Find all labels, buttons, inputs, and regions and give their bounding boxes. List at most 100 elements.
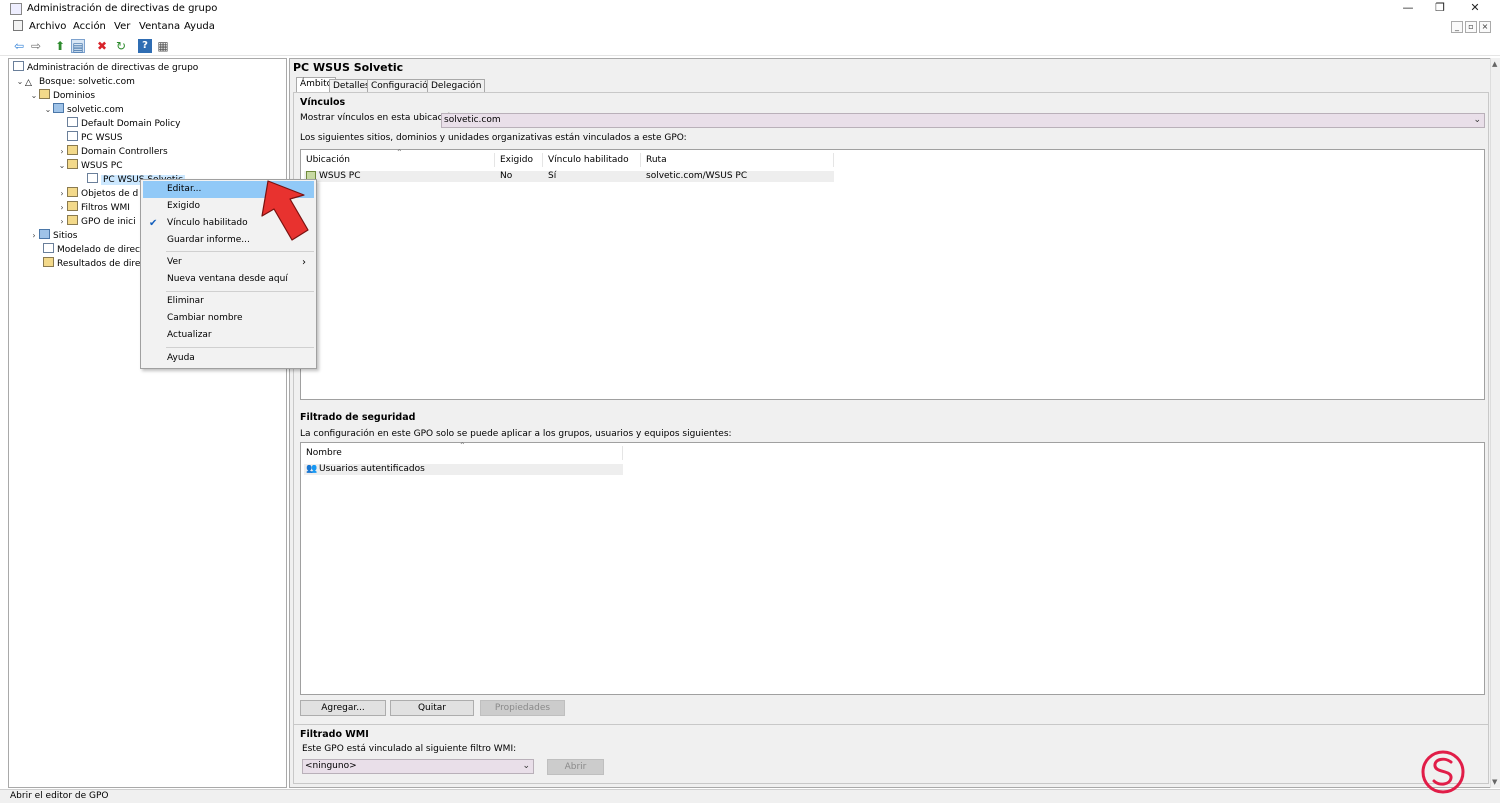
minimize-button[interactable]: — bbox=[1400, 1, 1416, 15]
maximize-button[interactable]: ❐ bbox=[1432, 1, 1448, 15]
mdi-minimize-button[interactable]: _ bbox=[1451, 21, 1463, 33]
up-icon[interactable]: ⬆ bbox=[53, 39, 67, 53]
add-button[interactable]: Agregar... bbox=[300, 700, 386, 716]
sites-icon bbox=[39, 229, 50, 239]
modeling-icon bbox=[43, 243, 54, 253]
chevron-right-icon[interactable]: › bbox=[29, 229, 39, 242]
menu-bar: Archivo Acción Ver Ventana Ayuda _ ▫ × bbox=[0, 18, 1500, 35]
table-row[interactable]: WSUS PC No Sí solvetic.com/WSUS PC bbox=[304, 171, 834, 182]
remove-button[interactable]: Quitar bbox=[390, 700, 474, 716]
chevron-down-icon[interactable]: ⌄ bbox=[57, 159, 67, 172]
tree-node-root[interactable]: Administración de directivas de grupo bbox=[13, 61, 198, 74]
chevron-down-icon[interactable]: ⌄ bbox=[29, 89, 39, 102]
menu-item-new-window[interactable]: Nueva ventana desde aquí bbox=[143, 271, 314, 288]
chevron-right-icon[interactable]: › bbox=[57, 187, 67, 200]
gpo-link-icon bbox=[67, 117, 78, 127]
tree-node-starter-gpo[interactable]: › GPO de inici bbox=[57, 215, 136, 228]
chevron-down-icon[interactable]: ⌄ bbox=[15, 75, 25, 88]
location-value: solvetic.com bbox=[444, 115, 501, 125]
column-header-ruta[interactable]: Ruta bbox=[641, 153, 834, 167]
chevron-right-icon[interactable]: › bbox=[57, 215, 67, 228]
gpo-link-icon bbox=[67, 131, 78, 141]
menu-item-help[interactable]: Ayuda bbox=[143, 350, 314, 367]
tree-node-sites[interactable]: › Sitios bbox=[29, 229, 77, 242]
chevron-down-icon[interactable]: ⌄ bbox=[1473, 114, 1481, 127]
list-item[interactable]: 👥 Usuarios autentificados bbox=[304, 464, 623, 475]
mdi-restore-button[interactable]: ▫ bbox=[1465, 21, 1477, 33]
title-bar: Administración de directivas de grupo — … bbox=[0, 0, 1500, 18]
tree-node-domain[interactable]: ⌄ solvetic.com bbox=[43, 103, 124, 116]
properties-button[interactable]: Propiedades bbox=[480, 700, 565, 716]
menu-item-delete[interactable]: Eliminar bbox=[143, 293, 314, 310]
gpo-link-icon bbox=[87, 173, 98, 183]
ou-folder-icon bbox=[67, 145, 78, 155]
tree-node-domain-controllers[interactable]: › Domain Controllers bbox=[57, 145, 168, 158]
tree-node-wmi-filters[interactable]: › Filtros WMI bbox=[57, 201, 130, 214]
column-header-exigido[interactable]: Exigido bbox=[495, 153, 543, 167]
help-icon[interactable]: ? bbox=[138, 39, 152, 53]
menu-item-view[interactable]: Ver › bbox=[143, 254, 314, 271]
menu-ver[interactable]: Ver bbox=[114, 21, 130, 32]
column-header-vinculo-habilitado[interactable]: Vínculo habilitado bbox=[543, 153, 641, 167]
mdi-close-button[interactable]: × bbox=[1479, 21, 1491, 33]
status-text: Abrir el editor de GPO bbox=[10, 791, 109, 801]
scroll-down-icon[interactable]: ▼ bbox=[1492, 778, 1497, 786]
chevron-down-icon[interactable]: ⌄ bbox=[43, 103, 53, 116]
wmi-description: Este GPO está vinculado al siguiente fil… bbox=[302, 744, 517, 754]
column-header-ubicacion[interactable]: Ubicación bbox=[301, 153, 495, 167]
menu-item-rename[interactable]: Cambiar nombre bbox=[143, 310, 314, 327]
cell-vinculo-habilitado: Sí bbox=[548, 171, 557, 181]
users-group-icon: 👥 bbox=[306, 464, 318, 474]
chevron-right-icon: › bbox=[302, 257, 306, 268]
security-description: La configuración en este GPO solo se pue… bbox=[300, 429, 732, 439]
vertical-scrollbar[interactable]: ▲ ▼ bbox=[1490, 58, 1500, 788]
section-divider bbox=[293, 724, 1489, 725]
back-icon[interactable]: ⇦ bbox=[12, 39, 26, 53]
column-header-nombre[interactable]: Nombre bbox=[301, 446, 623, 460]
tree-node-forest[interactable]: ⌄ △ Bosque: solvetic.com bbox=[15, 75, 135, 88]
forward-icon[interactable]: ⇨ bbox=[29, 39, 43, 53]
tab-delegacion[interactable]: Delegación bbox=[427, 79, 486, 93]
refresh-icon[interactable]: ↻ bbox=[114, 39, 128, 53]
app-icon bbox=[10, 3, 22, 15]
delete-icon[interactable]: ✖ bbox=[95, 39, 109, 53]
tree-node-wsus-pc[interactable]: ⌄ WSUS PC bbox=[57, 159, 122, 172]
wmi-heading: Filtrado WMI bbox=[300, 729, 369, 740]
menu-accion[interactable]: Acción bbox=[73, 21, 106, 32]
tree-node-domains[interactable]: ⌄ Dominios bbox=[29, 89, 95, 102]
folder-icon bbox=[39, 89, 50, 99]
tree-node-results[interactable]: Resultados de direct bbox=[43, 257, 149, 270]
security-list[interactable]: ⌃ Nombre 👥 Usuarios autentificados bbox=[300, 441, 1485, 695]
links-list[interactable]: ⌃ Ubicación Exigido Vínculo habilitado R… bbox=[300, 148, 1485, 400]
scroll-up-icon[interactable]: ▲ bbox=[1492, 60, 1497, 68]
toolbar: ⇦ ⇨ ⬆ ▤ ✖ ↻ ? ▦ bbox=[0, 36, 1500, 56]
ou-folder-icon bbox=[67, 159, 78, 169]
window-title: Administración de directivas de grupo bbox=[27, 3, 218, 14]
chevron-right-icon[interactable]: › bbox=[57, 145, 67, 158]
tree-node-default-policy[interactable]: Default Domain Policy bbox=[67, 117, 180, 130]
chevron-down-icon[interactable]: ⌄ bbox=[522, 760, 530, 773]
properties-icon[interactable]: ▦ bbox=[156, 39, 170, 53]
folder-icon bbox=[67, 215, 78, 225]
tree-node-pc-wsus[interactable]: PC WSUS bbox=[67, 131, 122, 144]
tree-node-gpo-objects[interactable]: › Objetos de d bbox=[57, 187, 138, 200]
links-heading: Vínculos bbox=[300, 97, 346, 108]
menu-ayuda[interactable]: Ayuda bbox=[184, 21, 215, 32]
chevron-right-icon[interactable]: › bbox=[57, 201, 67, 214]
pointer-arrow-icon bbox=[261, 180, 309, 241]
wmi-filter-value: <ninguno> bbox=[305, 761, 357, 771]
menu-separator bbox=[166, 347, 314, 348]
menu-ventana[interactable]: Ventana bbox=[139, 21, 180, 32]
location-combobox[interactable]: solvetic.com ⌄ bbox=[441, 113, 1485, 128]
security-heading: Filtrado de seguridad bbox=[300, 412, 416, 423]
menu-archivo[interactable]: Archivo bbox=[29, 21, 66, 32]
wmi-filter-combobox[interactable]: <ninguno> ⌄ bbox=[302, 759, 534, 774]
show-links-label: Mostrar vínculos en esta ubicación: bbox=[300, 113, 460, 123]
show-hide-tree-icon[interactable]: ▤ bbox=[71, 39, 85, 54]
open-button[interactable]: Abrir bbox=[547, 759, 604, 775]
close-button[interactable]: ✕ bbox=[1467, 1, 1483, 15]
gpo-title: PC WSUS Solvetic bbox=[293, 61, 404, 74]
tree-node-modeling[interactable]: Modelado de directi bbox=[43, 243, 146, 256]
menu-item-refresh[interactable]: Actualizar bbox=[143, 327, 314, 344]
links-description: Los siguientes sitios, dominios y unidad… bbox=[300, 133, 687, 143]
